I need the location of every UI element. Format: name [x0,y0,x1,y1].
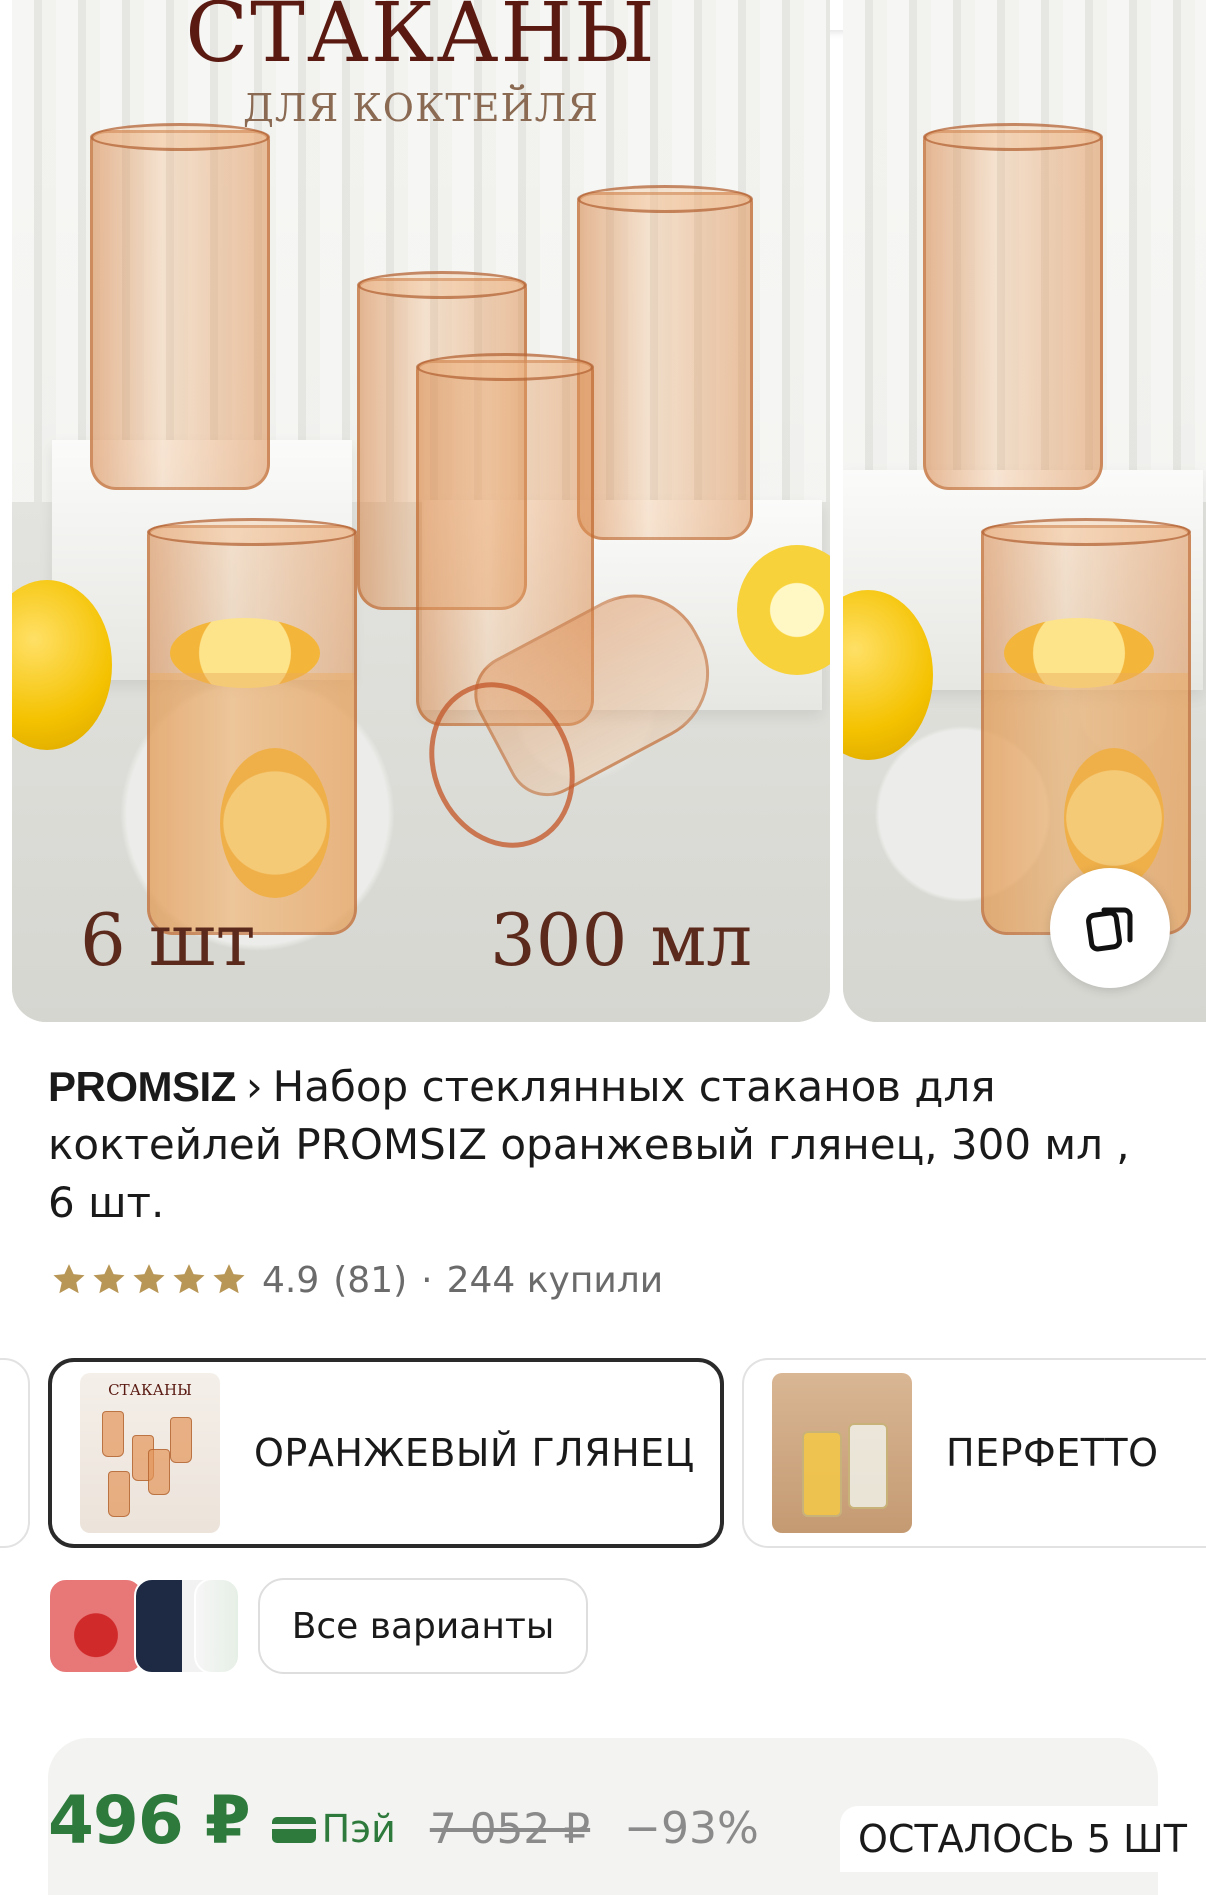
star-icon [173,1264,205,1294]
glass [577,185,753,540]
product-title: PROMSIZ › Набор стеклянных стаканов для ко… [48,1058,1158,1232]
star-icon [213,1264,245,1294]
variant-card-previous[interactable] [0,1358,30,1548]
product-photo-main[interactable]: СТАКАНЫ ДЛЯ КОКТЕЙЛЯ 6 шт 300 мл [12,0,830,1022]
lemon-slice [1064,748,1164,888]
price-row: 496 ₽ Пэй 7 052 ₽ −93% [48,1782,759,1862]
image-subtitle-text: ДЛЯ КОКТЕЙЛЯ [243,86,599,130]
image-quantity-text: 6 шт [80,898,256,982]
product-photo-next[interactable] [843,0,1206,1022]
star-icon [53,1264,85,1294]
variant-swatches[interactable] [48,1578,240,1674]
variant-thumbnail [772,1373,912,1533]
variant-thumbnail: СТАКАНЫ [80,1373,220,1533]
image-title-text: СТАКАНЫ [185,0,657,81]
rating-value: 4.9 [262,1259,320,1301]
variant-label: ОРАНЖЕВЫЙ ГЛЯНЕЦ [254,1431,695,1475]
thumbnail-glass [170,1417,192,1463]
reviews-count: (81) [333,1259,408,1301]
variant-card-orange-gloss[interactable]: СТАКАНЫ ОРАНЖЕВЫЙ ГЛЯНЕЦ [48,1358,724,1548]
copy-icon-glyph [1086,907,1133,952]
thumbnail-title-text: СТАКАНЫ [108,1381,192,1399]
card-icon [271,1817,316,1843]
rating-stars [50,1261,248,1299]
swatch-red[interactable] [48,1578,144,1674]
brand-link[interactable]: PROMSIZ [48,1063,236,1110]
lemon-slice [1004,618,1154,688]
thumbnail-glass [148,1449,170,1495]
old-price: 7 052 ₽ [429,1804,591,1853]
copy-icon[interactable] [1050,868,1170,988]
thumbnail-glass [108,1471,130,1517]
variant-label: ПЕРФЕТТО [946,1431,1159,1475]
chevron-right-icon: › [245,1062,263,1111]
glass-with-lemon [147,518,357,935]
thumbnail-glass [848,1423,888,1509]
current-price: 496 ₽ [48,1782,251,1859]
variant-card-perfetto[interactable]: ПЕРФЕТТО [742,1358,1206,1548]
glass [90,123,270,490]
glass [923,123,1103,490]
lemon-slice [220,748,330,898]
purchased-count: 244 купили [446,1259,664,1301]
thumbnail-glass [802,1431,842,1517]
image-volume-text: 300 мл [490,898,753,982]
rating-row[interactable]: 4.9 (81) · 244 купили [50,1254,677,1306]
rating-separator: · [421,1259,433,1301]
stock-badge: ОСТАЛОСЬ 5 ШТ [840,1806,1205,1872]
all-variants-button[interactable]: Все варианты [258,1578,588,1674]
discount-percent: −93% [624,1803,759,1854]
lemon-slice [170,618,320,688]
pay-label: Пэй [321,1807,396,1851]
thumbnail-glass [102,1411,124,1457]
product-gallery[interactable]: СТАКАНЫ ДЛЯ КОКТЕЙЛЯ 6 шт 300 мл [0,0,1206,1022]
star-icon [133,1264,165,1294]
star-icon [93,1264,125,1294]
swatch-light[interactable] [194,1578,240,1674]
pay-badge[interactable]: Пэй [271,1807,396,1851]
